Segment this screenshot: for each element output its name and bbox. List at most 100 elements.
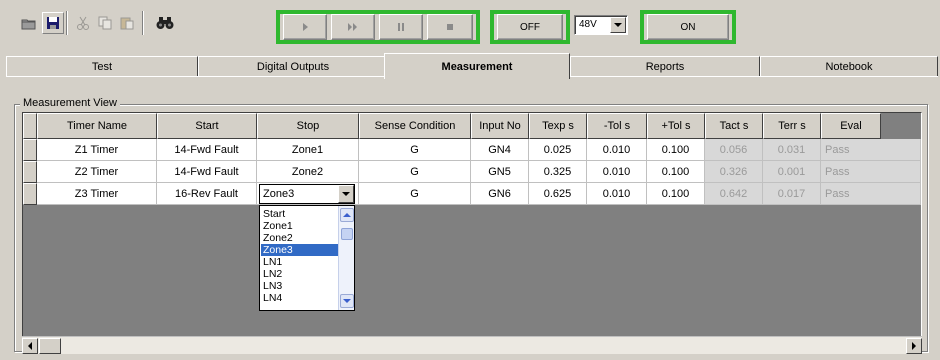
dropdown-scrollbar[interactable]	[338, 206, 354, 310]
table-cell-stop[interactable]: Zone2	[257, 161, 359, 183]
copy-button[interactable]	[94, 12, 116, 34]
dropdown-option-ln2[interactable]: LN2	[261, 268, 339, 280]
tab-reports[interactable]: Reports	[570, 56, 760, 76]
table-cell-eval: Pass	[821, 183, 921, 205]
table-cell-start[interactable]: 14-Fwd Fault	[157, 161, 257, 183]
measurement-grid[interactable]: Timer Name Start Stop Sense Condition In…	[22, 112, 922, 352]
row-header[interactable]	[23, 183, 37, 205]
voltage-value: 48V	[579, 19, 597, 30]
cut-icon	[77, 16, 89, 30]
tab-digital-outputs[interactable]: Digital Outputs	[198, 56, 388, 76]
tab-notebook[interactable]: Notebook	[760, 56, 938, 76]
toolbar-separator	[142, 11, 144, 35]
find-button[interactable]	[154, 12, 176, 34]
chevron-left-icon	[27, 342, 32, 350]
stop-combobox[interactable]: Zone3	[259, 184, 355, 204]
table-cell-texp[interactable]: 0.025	[529, 139, 587, 161]
save-button[interactable]	[42, 12, 64, 34]
dropdown-option-zone2[interactable]: Zone2	[261, 232, 339, 244]
table-cell-sense-condition[interactable]: G	[359, 139, 471, 161]
dropdown-option-zone1[interactable]: Zone1	[261, 220, 339, 232]
table-cell-sense-condition[interactable]: G	[359, 183, 471, 205]
column-header-timer-name[interactable]: Timer Name	[37, 113, 157, 139]
dropdown-option-ln1[interactable]: LN1	[261, 256, 339, 268]
stop-icon	[447, 24, 453, 30]
table-cell-neg-tol[interactable]: 0.010	[587, 139, 647, 161]
column-header-texp[interactable]: Texp s	[529, 113, 587, 139]
table-cell-stop[interactable]: Zone1	[257, 139, 359, 161]
column-header-eval[interactable]: Eval	[821, 113, 881, 139]
table-cell-start[interactable]: 16-Rev Fault	[157, 183, 257, 205]
dropdown-scroll-thumb[interactable]	[341, 228, 353, 240]
table-cell-input-no[interactable]: GN4	[471, 139, 529, 161]
scroll-right-button[interactable]	[906, 338, 922, 354]
play-button[interactable]	[283, 14, 327, 40]
table-cell-input-no[interactable]: GN5	[471, 161, 529, 183]
stop-dropdown-list[interactable]: Start Zone1 Zone2 Zone3 LN1 LN2 LN3 LN4	[259, 205, 355, 311]
stop-combobox-dropdown-button[interactable]	[338, 185, 354, 203]
binoculars-icon	[156, 17, 174, 29]
column-header-sense-condition[interactable]: Sense Condition	[359, 113, 471, 139]
voltage-dropdown-button[interactable]	[610, 17, 626, 33]
column-header-tact[interactable]: Tact s	[705, 113, 763, 139]
column-header-stop[interactable]: Stop	[257, 113, 359, 139]
column-header-input-no[interactable]: Input No	[471, 113, 529, 139]
table-cell-eval: Pass	[821, 161, 921, 183]
chevron-up-icon	[343, 212, 351, 217]
chevron-down-icon	[342, 191, 350, 196]
table-cell-start[interactable]: 14-Fwd Fault	[157, 139, 257, 161]
play-icon	[303, 23, 308, 31]
scroll-up-button[interactable]	[340, 208, 354, 222]
row-header[interactable]	[23, 139, 37, 161]
off-button[interactable]: OFF	[497, 14, 563, 40]
table-cell-tact: 0.326	[705, 161, 763, 183]
save-icon	[47, 17, 59, 29]
paste-button[interactable]	[116, 12, 138, 34]
chevron-down-icon	[614, 22, 622, 27]
dropdown-option-zone3[interactable]: Zone3	[261, 244, 339, 256]
pause-button[interactable]	[379, 14, 423, 40]
dropdown-option-ln3[interactable]: LN3	[261, 280, 339, 292]
tab-measurement[interactable]: Measurement	[384, 53, 570, 79]
row-header[interactable]	[23, 161, 37, 183]
horizontal-scroll-thumb[interactable]	[39, 338, 61, 354]
table-cell-timer-name[interactable]: Z2 Timer	[37, 161, 157, 183]
scroll-down-button[interactable]	[340, 294, 354, 308]
stop-combobox-value: Zone3	[263, 188, 295, 200]
tab-test[interactable]: Test	[6, 56, 198, 76]
scroll-left-button[interactable]	[22, 338, 38, 354]
on-button[interactable]: ON	[647, 14, 729, 40]
fast-forward-button[interactable]	[331, 14, 375, 40]
table-cell-timer-name[interactable]: Z1 Timer	[37, 139, 157, 161]
column-header-pos-tol[interactable]: +Tol s	[647, 113, 705, 139]
chevron-down-icon	[343, 298, 351, 303]
table-cell-neg-tol[interactable]: 0.010	[587, 183, 647, 205]
paste-icon	[120, 17, 134, 30]
table-cell-timer-name[interactable]: Z3 Timer	[37, 183, 157, 205]
grid-horizontal-scrollbar[interactable]	[22, 336, 922, 354]
dropdown-option-start[interactable]: Start	[261, 208, 339, 220]
table-cell-sense-condition[interactable]: G	[359, 161, 471, 183]
table-cell-texp[interactable]: 0.625	[529, 183, 587, 205]
table-cell-pos-tol[interactable]: 0.100	[647, 139, 705, 161]
open-icon	[21, 19, 36, 30]
table-cell-neg-tol[interactable]: 0.010	[587, 161, 647, 183]
voltage-select[interactable]: 48V	[574, 15, 628, 35]
open-button[interactable]	[18, 12, 40, 34]
dropdown-option-ln4[interactable]: LN4	[261, 292, 339, 304]
table-cell-tact: 0.056	[705, 139, 763, 161]
cut-button[interactable]	[72, 12, 94, 34]
table-cell-texp[interactable]: 0.325	[529, 161, 587, 183]
table-cell-terr: 0.017	[763, 183, 821, 205]
column-header-start[interactable]: Start	[157, 113, 257, 139]
table-cell-pos-tol[interactable]: 0.100	[647, 183, 705, 205]
stop-button[interactable]	[427, 14, 473, 40]
toolbar-separator	[66, 11, 68, 35]
table-cell-terr: 0.031	[763, 139, 821, 161]
table-cell-input-no[interactable]: GN6	[471, 183, 529, 205]
column-header-neg-tol[interactable]: -Tol s	[587, 113, 647, 139]
table-cell-pos-tol[interactable]: 0.100	[647, 161, 705, 183]
grid-corner	[23, 113, 37, 139]
table-cell-tact: 0.642	[705, 183, 763, 205]
column-header-terr[interactable]: Terr s	[763, 113, 821, 139]
